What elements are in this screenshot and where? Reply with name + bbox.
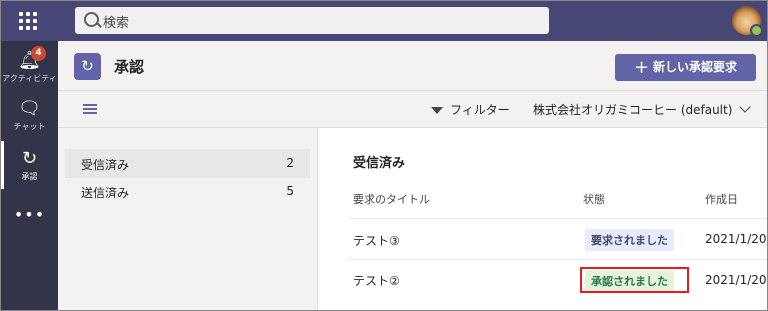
more-apps-icon[interactable]: ••• <box>1 205 58 224</box>
app-header: ↻ 承認 + 新しい承認要求 <box>58 41 767 91</box>
sidebar-item-received[interactable]: 受信済み 2 <box>65 149 310 178</box>
new-approval-label: 新しい承認要求 <box>653 60 738 74</box>
app-window: 検索 🔔︎ 4 アクティビティ 🗨︎ チャット ↻ 承認 ••• ↻ 承認 + 新… <box>0 0 768 311</box>
row-title: テスト② <box>353 274 400 288</box>
status-badge: 要求されました <box>585 229 674 251</box>
rail-item-label: アクティビティ <box>2 74 57 83</box>
search-placeholder: 検索 <box>103 16 130 31</box>
search-icon <box>84 12 99 27</box>
rail-item-activity[interactable]: 🔔︎ 4 アクティビティ <box>1 46 58 84</box>
row-date: 2021/1/20 1 <box>705 273 767 287</box>
rail-item-approvals[interactable]: ↻ 承認 <box>1 149 58 182</box>
approvals-icon: ↻ <box>21 148 38 169</box>
main-content: 受信済み 要求のタイトル 状態 作成日 テスト③ 要求されました 2021/1/… <box>318 128 767 310</box>
page-title: 承認 <box>114 58 145 76</box>
row-title: テスト③ <box>353 234 400 248</box>
rail-item-label: チャット <box>13 122 46 131</box>
column-header-status[interactable]: 状態 <box>583 191 605 207</box>
column-header-created[interactable]: 作成日 <box>705 191 738 207</box>
avatar[interactable] <box>732 6 763 37</box>
presence-status-icon <box>750 24 763 37</box>
sidebar-item-label: 送信済み <box>81 186 130 200</box>
chevron-down-icon <box>739 101 752 113</box>
plus-icon: + <box>633 57 650 78</box>
sidebar-item-count: 2 <box>286 156 294 170</box>
sidebar: 受信済み 2 送信済み 5 <box>58 128 318 310</box>
row-date: 2021/1/20 1 <box>705 232 767 246</box>
new-approval-button[interactable]: + 新しい承認要求 <box>615 54 756 81</box>
approvals-app-icon: ↻ <box>74 53 101 80</box>
rail-item-label: 承認 <box>21 172 38 181</box>
table-row[interactable]: テスト③ 要求されました 2021/1/20 1 <box>348 218 767 259</box>
sidebar-item-count: 5 <box>286 184 294 198</box>
rail-item-chat[interactable]: 🗨︎ チャット <box>1 99 58 132</box>
top-bar: 検索 <box>1 1 767 41</box>
table-row[interactable]: テスト② 承認されました 2021/1/20 1 <box>348 259 767 300</box>
column-header-title[interactable]: 要求のタイトル <box>353 191 430 207</box>
sidebar-item-label: 受信済み <box>81 158 130 172</box>
organization-dropdown[interactable]: 株式会社オリガミコーヒー (default) <box>533 101 752 118</box>
sidebar-item-sent[interactable]: 送信済み 5 <box>65 177 310 206</box>
highlight-box <box>580 267 689 293</box>
menu-icon[interactable] <box>83 104 97 116</box>
chat-icon: 🗨︎ <box>18 98 41 119</box>
toolbar: フィルター 株式会社オリガミコーヒー (default) <box>58 91 767 128</box>
filter-button[interactable]: フィルター <box>431 101 510 118</box>
section-title: 受信済み <box>353 156 406 171</box>
filter-icon <box>431 107 443 114</box>
app-launcher-icon[interactable] <box>19 12 37 30</box>
filter-label: フィルター <box>450 103 510 117</box>
search-input[interactable]: 検索 <box>75 7 549 34</box>
organization-label: 株式会社オリガミコーヒー (default) <box>533 103 733 117</box>
left-rail: 🔔︎ 4 アクティビティ 🗨︎ チャット ↻ 承認 ••• <box>1 41 58 310</box>
notification-badge: 4 <box>31 46 46 61</box>
